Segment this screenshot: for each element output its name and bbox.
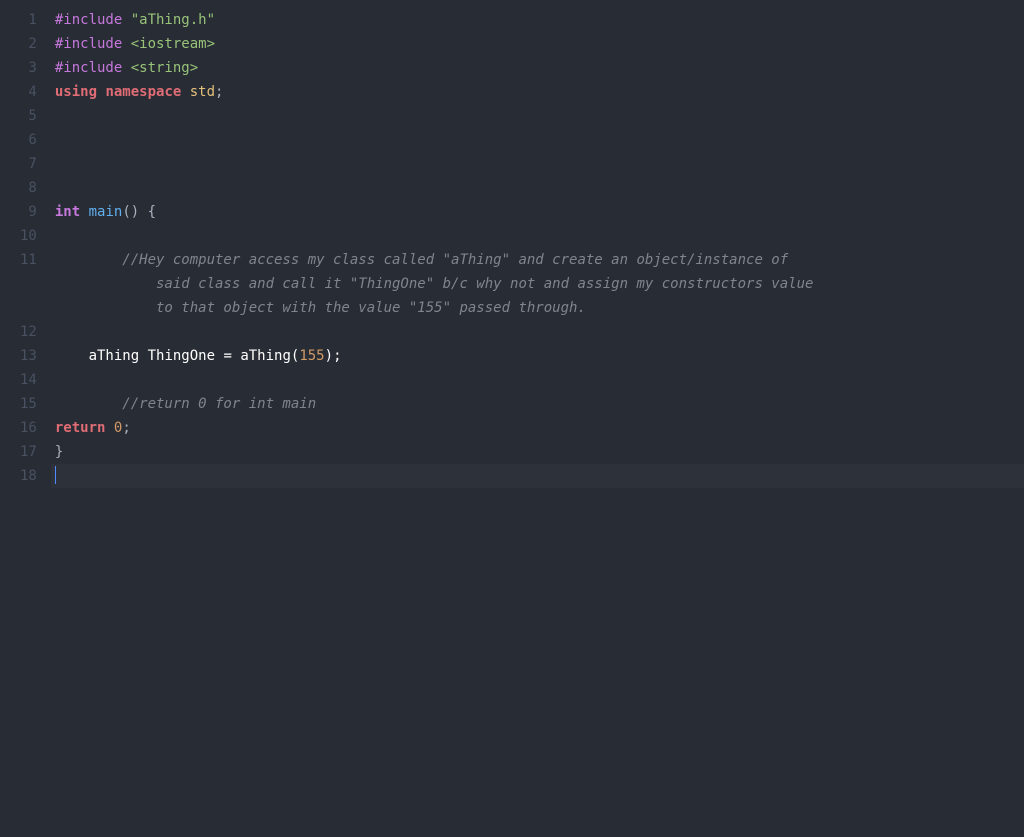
line-number: 11	[20, 248, 37, 272]
include-header: "aThing.h"	[131, 12, 215, 28]
line-number	[20, 272, 37, 296]
line-number: 14	[20, 368, 37, 392]
identifier-ThingOne: ThingOne	[148, 348, 224, 364]
code-line[interactable]: said class and call it "ThingOne" b/c wh…	[51, 272, 1024, 296]
code-line[interactable]: }	[51, 440, 1024, 464]
line-number: 1	[20, 8, 37, 32]
include-header: <string>	[131, 60, 198, 76]
type-int: int	[55, 204, 80, 220]
code-line[interactable]: to that object with the value "155" pass…	[51, 296, 1024, 320]
include-header: <iostream>	[131, 36, 215, 52]
brace-close: }	[55, 444, 63, 460]
code-line[interactable]: return 0;	[51, 416, 1024, 440]
preprocessor-directive: #include	[55, 36, 131, 52]
line-number: 5	[20, 104, 37, 128]
line-number: 8	[20, 176, 37, 200]
code-line[interactable]	[51, 128, 1024, 152]
comment: //return 0 for int main	[55, 396, 316, 412]
code-line[interactable]	[51, 224, 1024, 248]
code-editor[interactable]: 1 2 3 4 5 6 7 8 9 10 11 12 13 14 15 16 1…	[0, 0, 1024, 837]
code-line[interactable]: int main() {	[51, 200, 1024, 224]
parentheses: ()	[122, 204, 139, 220]
code-line[interactable]	[51, 176, 1024, 200]
line-number: 16	[20, 416, 37, 440]
code-line[interactable]: using namespace std;	[51, 80, 1024, 104]
code-line[interactable]	[51, 368, 1024, 392]
identifier-std: std	[190, 84, 215, 100]
line-number: 10	[20, 224, 37, 248]
line-number-gutter: 1 2 3 4 5 6 7 8 9 10 11 12 13 14 15 16 1…	[0, 0, 51, 837]
line-number: 17	[20, 440, 37, 464]
brace-open: {	[139, 204, 156, 220]
line-number	[20, 296, 37, 320]
line-number: 6	[20, 128, 37, 152]
keyword-namespace: namespace	[105, 84, 181, 100]
line-number: 4	[20, 80, 37, 104]
code-line[interactable]	[51, 104, 1024, 128]
code-line[interactable]: //Hey computer access my class called "a…	[51, 248, 1024, 272]
current-line-highlight	[51, 464, 1024, 488]
line-number: 12	[20, 320, 37, 344]
line-number: 18	[20, 464, 37, 488]
preprocessor-directive: #include	[55, 60, 131, 76]
line-number: 15	[20, 392, 37, 416]
assign-op: =	[223, 348, 240, 364]
line-number: 2	[20, 32, 37, 56]
function-main: main	[89, 204, 123, 220]
keyword-using: using	[55, 84, 97, 100]
code-line[interactable]	[51, 320, 1024, 344]
number-literal: 155	[299, 348, 324, 364]
code-line[interactable]: //return 0 for int main	[51, 392, 1024, 416]
line-number: 7	[20, 152, 37, 176]
keyword-return: return	[55, 420, 106, 436]
text-cursor	[55, 466, 56, 484]
paren-close: )	[325, 348, 333, 364]
line-number: 9	[20, 200, 37, 224]
semicolon: ;	[215, 84, 223, 100]
code-content-area[interactable]: #include "aThing.h" #include <iostream> …	[51, 0, 1024, 837]
code-line[interactable]	[51, 152, 1024, 176]
line-number: 13	[20, 344, 37, 368]
type-aThing: aThing	[89, 348, 148, 364]
comment: //Hey computer access my class called "a…	[55, 252, 797, 268]
semicolon: ;	[122, 420, 130, 436]
code-line[interactable]: #include "aThing.h"	[51, 8, 1024, 32]
code-line[interactable]: #include <iostream>	[51, 32, 1024, 56]
constructor-call: aThing	[240, 348, 291, 364]
semicolon: ;	[333, 348, 341, 364]
code-line[interactable]: #include <string>	[51, 56, 1024, 80]
code-line[interactable]: aThing ThingOne = aThing(155);	[51, 344, 1024, 368]
comment: said class and call it "ThingOne" b/c wh…	[55, 276, 822, 292]
preprocessor-directive: #include	[55, 12, 131, 28]
line-number: 3	[20, 56, 37, 80]
comment: to that object with the value "155" pass…	[55, 300, 586, 316]
